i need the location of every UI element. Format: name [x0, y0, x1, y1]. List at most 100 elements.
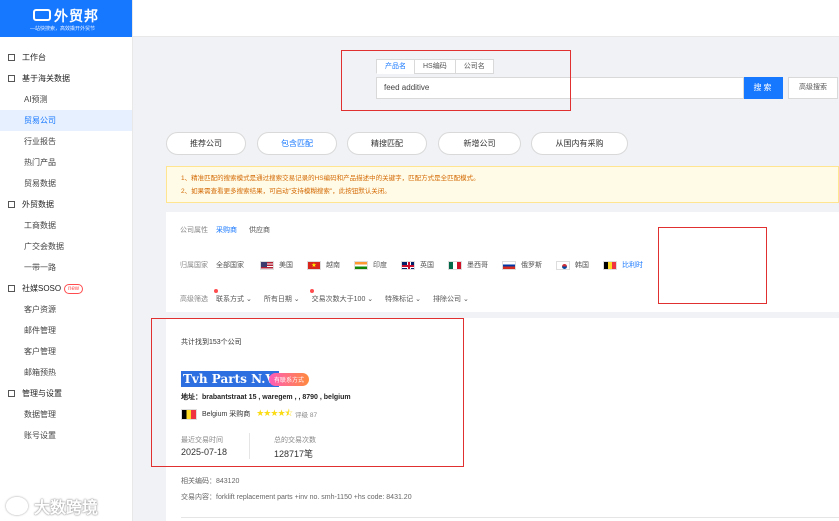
belgium-flag-icon — [181, 408, 197, 420]
country-all[interactable]: 全部国家 — [216, 260, 244, 270]
pill-domestic-purchase[interactable]: 从国内有采购 — [531, 132, 628, 155]
country-russia[interactable]: 俄罗斯 — [502, 260, 542, 270]
red-dot-icon — [214, 289, 218, 293]
logo-icon — [33, 9, 51, 21]
pill-contains-match[interactable]: 包含匹配 — [257, 132, 337, 155]
sidebar-item-3-3[interactable]: 邮箱预热 — [0, 362, 132, 383]
sidebar-group-label: 基于海关数据 — [22, 74, 70, 83]
tab-company-name[interactable]: 公司名 — [454, 59, 494, 74]
sidebar-item-1-1[interactable]: 贸易公司 — [0, 110, 132, 131]
sidebar-item-2-2[interactable]: 一带一路 — [0, 257, 132, 278]
watermark-logo-icon — [6, 497, 28, 515]
total-trades-value: 128717笔 — [274, 449, 314, 459]
korea-flag-icon — [556, 260, 570, 270]
watermark-text: 大数跨境 — [34, 500, 99, 517]
rating-score: 评级 87 — [295, 412, 318, 419]
company-country-role: Belgium 采购商 — [202, 411, 251, 418]
dropdown-trade-count[interactable]: 交易次数大于100 ⌄ — [309, 289, 374, 304]
pill-new-companies[interactable]: 新增公司 — [438, 132, 521, 155]
sidebar-item-3-0[interactable]: 客户资源 — [0, 299, 132, 320]
sidebar-item-2-0[interactable]: 工商数据 — [0, 215, 132, 236]
chevron-down-icon: ⌄ — [293, 296, 300, 303]
logo-subtitle: —站快搜索，高效撬开外贸节 — [30, 26, 96, 32]
attr-option-buyer[interactable]: 采购商 — [216, 225, 237, 235]
chevron-down-icon: ⌄ — [367, 296, 374, 303]
company-address: 地址：brabantstraat 15 , waregem , , 8790 ,… — [181, 394, 351, 401]
attr-option-supplier[interactable]: 供应商 — [249, 225, 270, 235]
sidebar-item-1-2[interactable]: 行业报告 — [0, 131, 132, 152]
us-flag-icon — [260, 260, 274, 270]
search-button[interactable]: 搜索 — [744, 77, 783, 99]
pill-exact-match[interactable]: 精搜匹配 — [347, 132, 427, 155]
company-name-link[interactable]: Tvh Parts N.V. — [181, 371, 279, 387]
country-name: 俄罗斯 — [521, 262, 542, 269]
sidebar-nav: 工作台基于海关数据 AI预测 贸易公司 行业报告 热门产品 贸易数据外贸数据工商数据 广交会… — [0, 37, 132, 446]
country-mexico[interactable]: 墨西哥 — [448, 260, 488, 270]
pill-recommended[interactable]: 推荐公司 — [166, 132, 246, 155]
country-vietnam[interactable]: ★ 越南 — [307, 260, 340, 270]
uk-flag-icon — [401, 260, 415, 270]
sidebar-item-1-4[interactable]: 贸易数据 — [0, 173, 132, 194]
sidebar-item-3-1[interactable]: 邮件管理 — [0, 320, 132, 341]
app-logo[interactable]: 外贸邦 —站快搜索，高效撬开外贸节 — [0, 0, 132, 37]
advanced-search-button[interactable]: 高级搜索 — [788, 77, 838, 99]
chevron-down-icon: ⌄ — [415, 296, 421, 303]
sidebar-item-4-0[interactable]: 数据管理 — [0, 404, 132, 425]
chevron-down-icon: ⌄ — [462, 296, 469, 303]
sidebar-group-3[interactable]: 社媒SOSO new — [0, 278, 132, 299]
attr-filter-row: 公司属性 采购商 供应商 — [180, 225, 282, 235]
sidebar-group-2[interactable]: 外贸数据 — [0, 194, 132, 215]
mexico-flag-icon — [448, 260, 462, 270]
country-belgium[interactable]: 比利时 — [603, 260, 643, 270]
new-badge: new — [64, 283, 84, 294]
sidebar-group-0[interactable]: 工作台 — [0, 47, 132, 68]
sidebar-item-2-1[interactable]: 广交会数据 — [0, 236, 132, 257]
sidebar: 外贸邦 —站快搜索，高效撬开外贸节 工作台基于海关数据 AI预测 贸易公司 行业报告热… — [0, 0, 133, 521]
watermark: 大数跨境 — [6, 494, 98, 518]
sidebar-item-3-2[interactable]: 客户管理 — [0, 341, 132, 362]
trade-content: 交易内容：forklift replacement parts +inv no.… — [181, 494, 412, 501]
country-uk[interactable]: 英国 — [401, 260, 434, 270]
dropdown-contact[interactable]: 联系方式 ⌄ — [214, 289, 252, 304]
sidebar-item-1-3[interactable]: 热门产品 — [0, 152, 132, 173]
advanced-filter-row: 高级筛选 联系方式 ⌄ 所有日期 ⌄ 交易次数大于100 ⌄ 特殊标记 ⌄ 排除… — [180, 289, 481, 304]
tab-hs-code[interactable]: HS编码 — [414, 59, 456, 74]
country-india[interactable]: 印度 — [354, 260, 387, 270]
search-tabs: 产品名 HS编码 公司名 — [376, 59, 494, 74]
dropdown-label: 所有日期 — [263, 296, 292, 303]
search-input[interactable]: feed additive — [376, 77, 744, 99]
menu-group-icon — [8, 201, 15, 208]
attr-label: 公司属性 — [180, 227, 208, 234]
last-trade-value: 2025-07-18 — [181, 447, 228, 457]
country-name: 美国 — [279, 262, 293, 269]
country-korea[interactable]: 韩国 — [556, 260, 589, 270]
country-usa[interactable]: 美国 — [260, 260, 293, 270]
tab-product-name[interactable]: 产品名 — [376, 59, 415, 74]
advanced-label: 高级筛选 — [180, 296, 208, 303]
country-name: 韩国 — [575, 262, 589, 269]
dropdown-exclude-company[interactable]: 排除公司 ⌄ — [433, 294, 469, 304]
belgium-flag-icon — [603, 260, 617, 270]
sidebar-group-4[interactable]: 管理与设置 — [0, 383, 132, 404]
total-trades-label: 总的交易次数 — [274, 437, 316, 444]
sidebar-item-4-1[interactable]: 账号设置 — [0, 425, 132, 446]
notice-line-2: 2、如果需查看更多搜索结果，可启动"支持模糊搜索"，此按钮默认关闭。 — [181, 188, 391, 195]
sidebar-group-label: 工作台 — [22, 53, 46, 62]
dropdown-label: 特殊标记 — [385, 296, 414, 303]
sidebar-group-label: 管理与设置 — [22, 389, 62, 398]
dropdown-date[interactable]: 所有日期 ⌄ — [264, 294, 300, 304]
sidebar-item-1-0[interactable]: AI预测 — [0, 89, 132, 110]
country-filter-row: 归属国家 全部国家 美国 ★ 越南 印度 英国 墨西哥 俄罗斯 韩国 比利时 — [180, 260, 657, 270]
country-name: 越南 — [326, 262, 340, 269]
india-flag-icon — [354, 260, 368, 270]
sidebar-group-label: 外贸数据 — [22, 200, 54, 209]
country-name: 墨西哥 — [467, 262, 488, 269]
country-name: 比利时 — [622, 262, 643, 269]
sidebar-group-1[interactable]: 基于海关数据 — [0, 68, 132, 89]
filter-panel: 公司属性 采购商 供应商 归属国家 全部国家 美国 ★ 越南 印度 英国 墨西哥… — [166, 212, 839, 312]
chevron-down-icon: ⌄ — [245, 296, 252, 303]
dropdown-special-mark[interactable]: 特殊标记 ⌄ — [385, 294, 421, 304]
hs-codes: 相关编码：843120 — [181, 478, 240, 485]
notice-banner: 1、精准匹配的搜索模式是通过搜索交易记录的HS编码和产品描述中的关键字，匹配方式… — [166, 166, 839, 203]
red-dot-icon — [309, 289, 314, 293]
